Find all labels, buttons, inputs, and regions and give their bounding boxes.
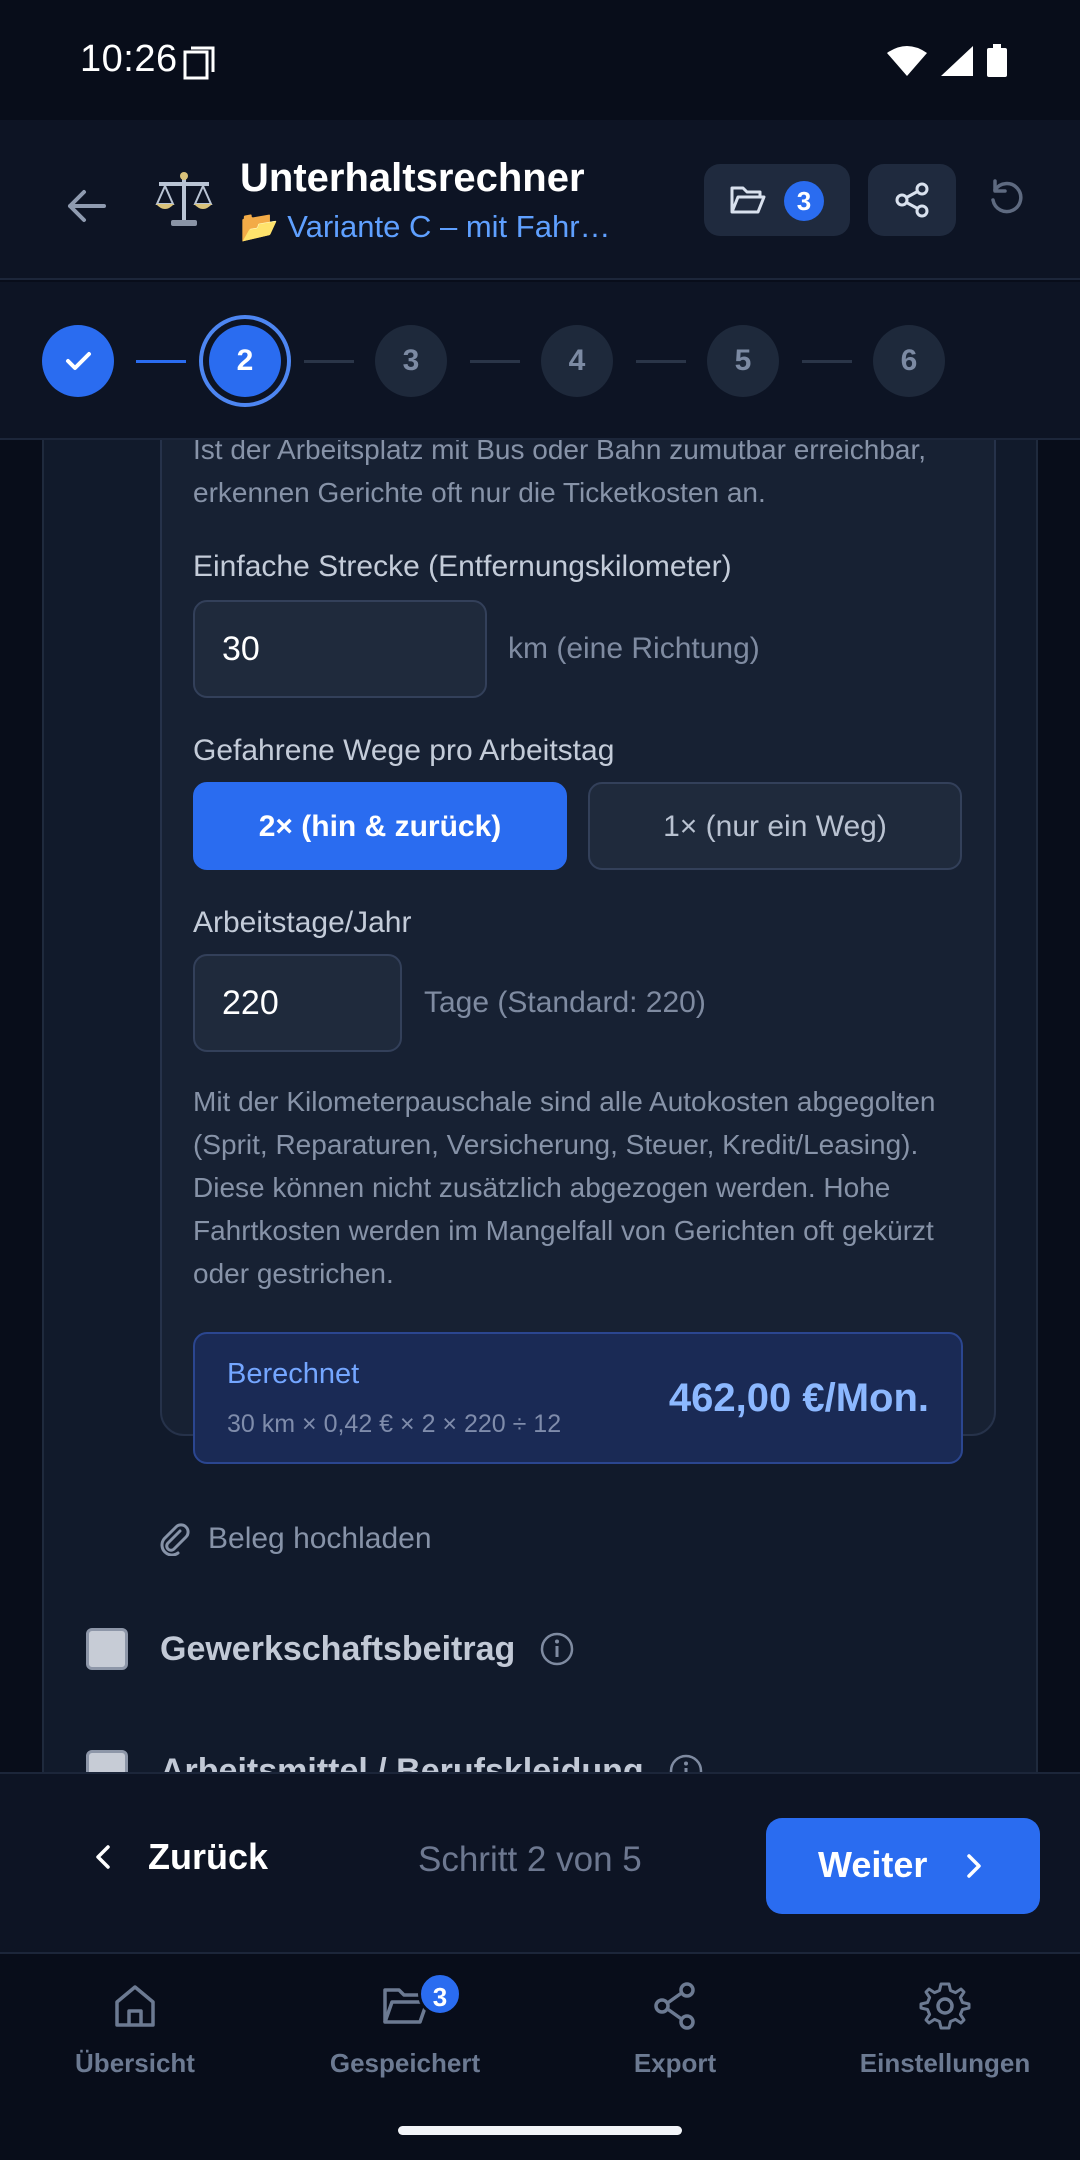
back-arrow-icon[interactable] (60, 180, 112, 232)
nav-settings[interactable]: Einstellungen (810, 1978, 1080, 2079)
work-equipment-checkbox[interactable] (86, 1750, 128, 1772)
next-label: Weiter (818, 1844, 928, 1885)
step-connector (136, 360, 186, 363)
home-icon (115, 1985, 155, 2027)
work-equipment-label: Arbeitsmittel / Berufskleidung (160, 1751, 644, 1773)
home-indicator[interactable] (398, 2126, 682, 2135)
signal-icon (941, 46, 973, 76)
nav-overview[interactable]: Übersicht (0, 1978, 270, 2079)
public-transport-hint: Ist der Arbeitsplatz mit Bus oder Bahn z… (193, 440, 927, 508)
folder-open-icon (730, 186, 766, 214)
wizard-action-bar: Zurück Schritt 2 von 5 Weiter (0, 1772, 1080, 1954)
trips-label: Gefahrene Wege pro Arbeitstag (193, 734, 615, 767)
status-icons (886, 44, 1008, 78)
step-connector (470, 360, 520, 363)
distance-input[interactable]: 30 (193, 600, 487, 698)
form-content[interactable]: Ist der Arbeitsplatz mit Bus oder Bahn z… (0, 440, 1080, 1772)
notification-icon (183, 46, 215, 80)
work-equipment-row[interactable]: Arbeitsmittel / Berufskleidung (86, 1750, 704, 1772)
saved-nav-badge: 3 (418, 1972, 462, 2016)
saved-variants-button[interactable]: 3 (704, 164, 850, 236)
nav-export-label: Export (633, 2048, 717, 2078)
status-time: 10:26 (80, 38, 178, 80)
calc-label: Berechnet (227, 1358, 360, 1390)
step-connector (636, 360, 686, 363)
battery-icon (987, 44, 1007, 77)
paperclip-icon (160, 1523, 190, 1556)
step-connector (802, 360, 852, 363)
variant-subtitle[interactable]: 📂 Variante C – mit Fahr… (240, 208, 611, 245)
nav-saved-label: Gespeichert (329, 2048, 481, 2078)
step-6[interactable]: 6 (873, 325, 945, 397)
step-indicator-text: Schritt 2 von 5 (418, 1840, 642, 1879)
info-icon[interactable] (668, 1753, 704, 1772)
chevron-right-icon (967, 1854, 981, 1878)
share-icon (654, 1982, 695, 2030)
trips-one-way-option[interactable]: 1× (nur ein Weg) (588, 782, 962, 870)
step-4[interactable]: 4 (541, 325, 613, 397)
upload-label: Beleg hochladen (208, 1522, 432, 1555)
union-fee-checkbox[interactable] (86, 1628, 128, 1670)
workdays-input[interactable]: 220 (193, 954, 402, 1052)
next-button[interactable]: Weiter (766, 1818, 1040, 1914)
page-title: Unterhaltsrechner (240, 156, 585, 200)
distance-label: Einfache Strecke (Entfernungskilometer) (193, 550, 732, 583)
nav-saved[interactable]: 3 Gespeichert (270, 1972, 540, 2079)
distance-unit: km (eine Richtung) (508, 632, 760, 665)
upload-receipt-button[interactable]: Beleg hochladen (160, 1522, 432, 1556)
wifi-icon (887, 46, 927, 76)
gear-icon (919, 1982, 971, 2030)
reset-icon[interactable] (985, 176, 1029, 220)
share-button[interactable] (868, 164, 956, 236)
step-3[interactable]: 3 (375, 325, 447, 397)
info-icon[interactable] (539, 1631, 575, 1667)
step-5[interactable]: 5 (707, 325, 779, 397)
workdays-unit: Tage (Standard: 220) (424, 986, 706, 1019)
calculated-result: Berechnet 30 km × 0,42 € × 2 × 220 ÷ 12 … (193, 1332, 963, 1464)
status-bar: 10:26 (0, 0, 1080, 120)
saved-count-badge: 3 (784, 181, 824, 221)
back-button[interactable]: Zurück (86, 1836, 268, 1878)
nav-export[interactable]: Export (540, 1978, 810, 2079)
nav-settings-label: Einstellungen (859, 2048, 1031, 2078)
back-label: Zurück (148, 1836, 269, 1877)
progress-stepper: 2 3 4 5 6 (0, 282, 1080, 440)
scale-icon (155, 172, 213, 226)
union-fee-label: Gewerkschaftsbeitrag (160, 1629, 516, 1668)
mileage-allowance-info: Mit der Kilometerpauschale sind alle Aut… (193, 1086, 936, 1289)
check-icon (66, 352, 91, 370)
chevron-left-icon (96, 1845, 110, 1869)
union-fee-row[interactable]: Gewerkschaftsbeitrag (86, 1628, 575, 1670)
step-connector (304, 360, 354, 363)
nav-overview-label: Übersicht (75, 2048, 195, 2078)
step-1-done[interactable] (42, 325, 114, 397)
step-2[interactable]: 2 (209, 325, 281, 397)
calc-formula: 30 km × 0,42 € × 2 × 220 ÷ 12 (227, 1410, 562, 1438)
share-icon (895, 182, 929, 218)
app-header: Unterhaltsrechner 📂 Variante C – mit Fah… (0, 120, 1080, 280)
calc-value: 462,00 €/Mon. (668, 1376, 929, 1420)
trips-two-way-option[interactable]: 2× (hin & zurück) (193, 782, 567, 870)
workdays-label: Arbeitstage/Jahr (193, 906, 412, 939)
